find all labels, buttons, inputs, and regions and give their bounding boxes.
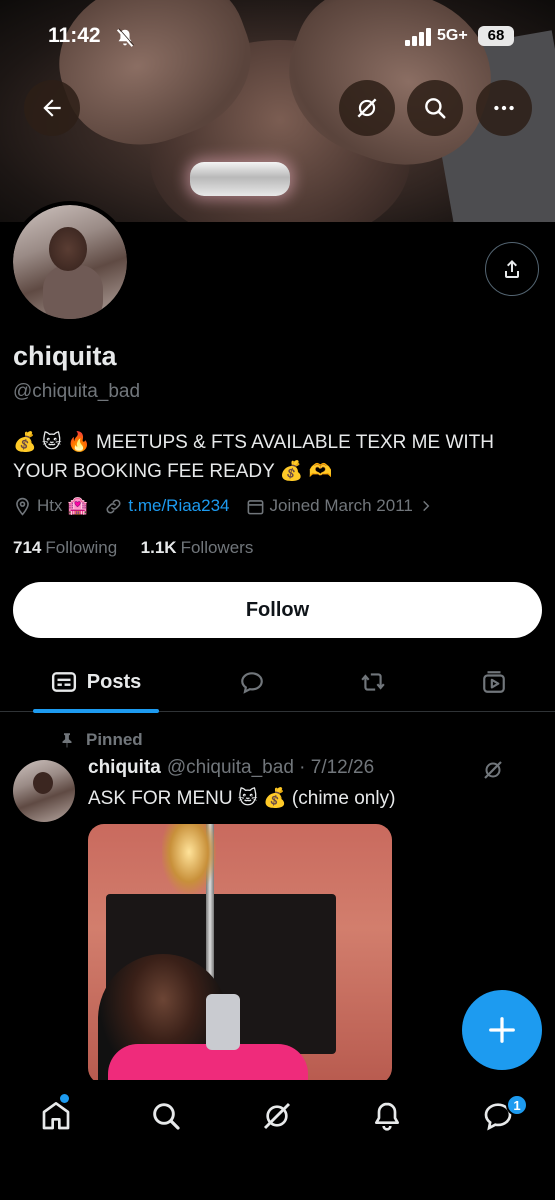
post-media-image[interactable] (88, 824, 392, 1084)
search-icon (425, 98, 446, 119)
post-avatar[interactable] (13, 760, 75, 822)
location-text: Htx 🏩 (37, 496, 89, 515)
battery-level: 68 (478, 26, 514, 46)
compose-button[interactable] (462, 990, 542, 1070)
share-icon (505, 260, 519, 278)
search-button[interactable] (407, 80, 463, 136)
post-handle-date: @chiquita_bad · 7/12/26 (166, 757, 375, 778)
bottom-nav (0, 1080, 555, 1200)
nav-search[interactable] (146, 1096, 186, 1136)
back-button[interactable] (24, 80, 80, 136)
pinned-indicator: Pinned (58, 730, 143, 750)
grok-button[interactable] (339, 80, 395, 136)
profile-avatar[interactable] (9, 201, 131, 323)
search-icon (153, 1103, 180, 1130)
grok-icon (263, 1102, 291, 1130)
share-button[interactable] (485, 242, 539, 296)
grok-icon (357, 98, 377, 118)
arrow-left-icon (43, 99, 61, 117)
status-bar: 11:42 5G+ 68 (0, 22, 555, 54)
reposts-icon (361, 673, 385, 691)
tab-posts-label: Posts (86, 670, 142, 693)
profile-bio: 💰 🐱 🔥 MEETUPS & FTS AVAILABLE TEXR ME WI… (13, 432, 494, 482)
follow-counts: 714 Following 1.1K Followers (13, 538, 253, 558)
joined-item[interactable]: Joined March 2011 (246, 496, 438, 516)
network-type: 5G+ (437, 27, 468, 44)
follow-button[interactable]: Follow (13, 582, 542, 638)
plus-icon (489, 1017, 515, 1043)
joined-text: Joined March 2011 (269, 496, 413, 515)
tab-posts[interactable]: Posts (33, 652, 159, 713)
profile-handle: @chiquita_bad (13, 381, 141, 402)
home-unread-dot (60, 1094, 69, 1103)
chevron-right-icon (423, 500, 430, 512)
home-icon (42, 1102, 70, 1130)
bell-off-icon (116, 28, 134, 47)
nav-notifications[interactable] (367, 1096, 407, 1136)
more-icon (494, 105, 514, 111)
pin-icon (62, 733, 72, 748)
notifications-icon (375, 1102, 399, 1131)
post-header: chiquita @chiquita_bad · 7/12/26 (88, 757, 374, 779)
profile-name: chiquita (13, 341, 117, 371)
tab-media[interactable] (472, 652, 516, 712)
media-pink-top (108, 1044, 308, 1084)
location-item: Htx 🏩 (13, 496, 88, 516)
more-button[interactable] (476, 80, 532, 136)
status-time: 11:42 (48, 24, 101, 47)
messages-badge: 1 (506, 1094, 528, 1116)
calendar-icon (247, 499, 263, 514)
post-text: ASK FOR MENU 🐱 💰 (chime only) (88, 788, 396, 809)
nav-home[interactable] (36, 1096, 76, 1136)
signal-icon (405, 28, 431, 46)
replies-icon (241, 672, 263, 694)
posts-icon (51, 672, 76, 692)
tab-replies[interactable] (230, 652, 274, 712)
pinned-label: Pinned (86, 730, 143, 749)
following-link[interactable]: 714 Following (13, 538, 117, 557)
link-icon (106, 498, 121, 514)
post-grok-icon[interactable] (481, 758, 505, 782)
active-tab-indicator (33, 709, 159, 713)
followers-link[interactable]: 1.1K Followers (141, 538, 254, 557)
banner-grill (190, 162, 290, 196)
profile-meta: Htx 🏩 t.me/Riaa234 Joined March 2011 (13, 496, 454, 516)
profile-link[interactable]: t.me/Riaa234 (128, 496, 229, 516)
profile-tabs: Posts (0, 652, 555, 713)
nav-grok[interactable] (257, 1096, 297, 1136)
link-item[interactable]: t.me/Riaa234 (104, 496, 230, 516)
location-pin-icon (16, 497, 29, 516)
media-phone (206, 994, 240, 1050)
tab-reposts[interactable] (351, 652, 395, 712)
media-chandelier (162, 824, 216, 894)
post-author[interactable]: chiquita (88, 757, 161, 779)
media-icon (483, 671, 505, 693)
